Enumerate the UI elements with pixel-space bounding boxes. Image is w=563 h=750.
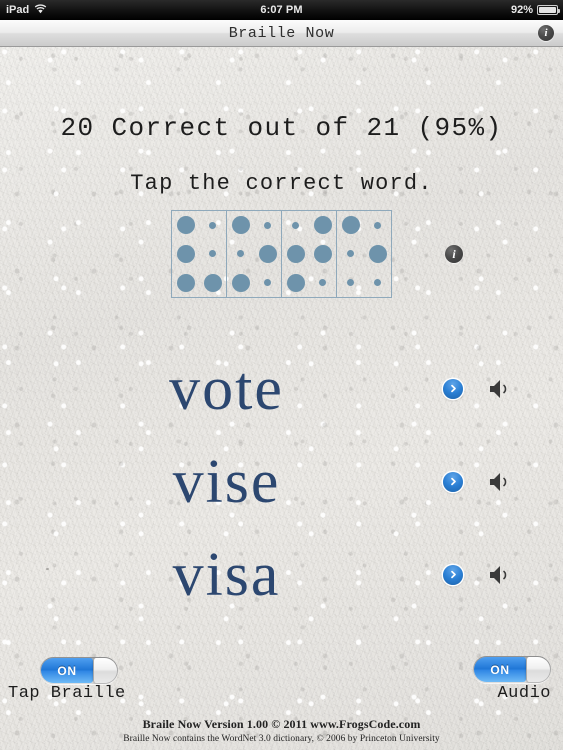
audio-toggle[interactable]: ON [473,656,551,683]
braille-dot-6 [203,273,222,292]
braille-dot-1 [341,216,360,235]
info-icon: i [445,245,463,263]
braille-dot-2 [176,244,195,263]
tap-braille-label: Tap Braille [8,684,126,703]
ios-status-bar: iPad 6:07 PM 92% [0,0,563,20]
footer-version-line: Braile Now Version 1.00 © 2011 www.Frogs… [142,717,421,731]
braille-dot-5 [209,250,216,258]
page-title: Braille Now [228,24,335,42]
toggle-knob[interactable] [526,657,550,682]
braille-cell[interactable] [281,210,337,298]
footer: Braile Now Version 1.00 © 2011 www.Frogs… [0,717,563,744]
braille-cell-group[interactable] [171,210,392,298]
audio-control: ON Audio [473,656,555,703]
status-bar-clock: 6:07 PM [260,4,303,16]
toggle-on-label: ON [474,657,526,682]
word-choice-row[interactable]: vise [0,435,563,528]
chevron-right-icon [449,477,458,486]
toggle-on-label: ON [41,658,93,683]
braille-question[interactable]: i [0,210,563,298]
speaker-icon [488,471,512,493]
braille-dot-3 [176,273,195,292]
braille-dot-2 [347,250,354,258]
braille-cell[interactable] [226,210,282,298]
word-choice-row[interactable]: visa [0,528,563,621]
braille-dot-3 [231,273,250,292]
braille-dot-4 [209,221,216,229]
main-content: 20 Correct out of 21 (95%) Tap the corre… [0,47,563,750]
nav-bar: Braille Now i [0,20,563,47]
chevron-right-icon [449,384,458,393]
word-detail-button[interactable] [443,471,463,492]
braille-info-button[interactable]: i [445,245,463,263]
braille-dot-5 [368,244,387,263]
audio-play-button[interactable] [488,564,512,586]
speaker-icon [488,378,512,400]
word-label[interactable]: visa [0,544,563,606]
braille-dot-4 [374,221,381,229]
word-label[interactable]: vote [0,358,563,420]
braille-dot-6 [319,279,326,287]
braille-dot-3 [286,273,305,292]
braille-dot-6 [264,279,271,287]
info-icon: i [538,25,554,41]
word-choice-list: vote vise visa [0,342,563,621]
braille-cell[interactable] [171,210,227,298]
braille-dot-5 [313,244,332,263]
audio-label: Audio [497,684,551,703]
braille-dot-5 [258,244,277,263]
braille-dot-4 [264,221,271,229]
chevron-right-icon [449,570,458,579]
braille-dot-1 [292,221,299,229]
tap-braille-control: ON Tap Braille [8,657,126,703]
word-label[interactable]: vise [0,451,563,513]
braille-dot-6 [374,279,381,287]
braille-dot-3 [347,279,354,287]
braille-dot-4 [313,216,332,235]
battery-icon [537,5,560,15]
word-detail-button[interactable] [443,378,463,399]
audio-play-button[interactable] [488,378,512,400]
braille-cell[interactable] [336,210,392,298]
word-choice-row[interactable]: vote [0,342,563,435]
braille-dot-1 [231,216,250,235]
braille-dot-1 [176,216,195,235]
toggle-knob[interactable] [93,658,117,683]
tap-braille-toggle[interactable]: ON [40,657,118,684]
prompt-text: Tap the correct word. [130,171,433,196]
word-detail-button[interactable] [443,564,463,585]
speaker-icon [488,564,512,586]
footer-credit-line: Braille Now contains the WordNet 3.0 dic… [123,734,440,744]
nav-info-button[interactable]: i [538,25,554,41]
score-text: 20 Correct out of 21 (95%) [60,113,503,143]
braille-dot-2 [286,244,305,263]
braille-dot-2 [237,250,244,258]
audio-play-button[interactable] [488,471,512,493]
